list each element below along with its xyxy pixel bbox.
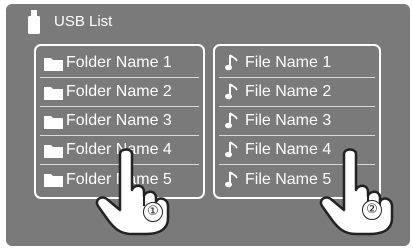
tap-hand-icon bbox=[92, 146, 172, 236]
music-note-icon bbox=[225, 54, 239, 72]
file-label: File Name 3 bbox=[245, 112, 332, 129]
usb-stick-icon bbox=[28, 10, 40, 34]
list-item-file-3[interactable]: File Name 3 bbox=[219, 107, 375, 136]
folder-icon bbox=[44, 85, 63, 100]
callout-number-2: ② bbox=[362, 200, 382, 220]
file-label: File Name 1 bbox=[245, 54, 332, 71]
folder-label: Folder Name 1 bbox=[66, 54, 172, 71]
list-item-file-1[interactable]: File Name 1 bbox=[219, 49, 375, 78]
music-note-icon bbox=[225, 170, 239, 189]
folder-icon bbox=[44, 114, 63, 129]
folder-icon bbox=[44, 143, 63, 158]
folder-label: Folder Name 2 bbox=[66, 83, 172, 100]
folder-icon bbox=[44, 172, 63, 187]
list-item-folder-3[interactable]: Folder Name 3 bbox=[40, 107, 199, 136]
folder-icon bbox=[44, 56, 63, 71]
callout-number-1: ① bbox=[143, 202, 163, 222]
header: USB List bbox=[6, 4, 410, 40]
music-note-icon bbox=[225, 141, 239, 159]
tap-hand-icon bbox=[316, 146, 396, 236]
list-item-file-2[interactable]: File Name 2 bbox=[219, 78, 375, 107]
folder-label: Folder Name 3 bbox=[66, 112, 172, 129]
music-note-icon bbox=[225, 112, 239, 130]
file-label: File Name 2 bbox=[245, 83, 332, 100]
list-item-folder-2[interactable]: Folder Name 2 bbox=[40, 78, 199, 107]
page-title: USB List bbox=[54, 13, 113, 30]
music-note-icon bbox=[225, 83, 239, 101]
list-item-folder-1[interactable]: Folder Name 1 bbox=[40, 49, 199, 78]
